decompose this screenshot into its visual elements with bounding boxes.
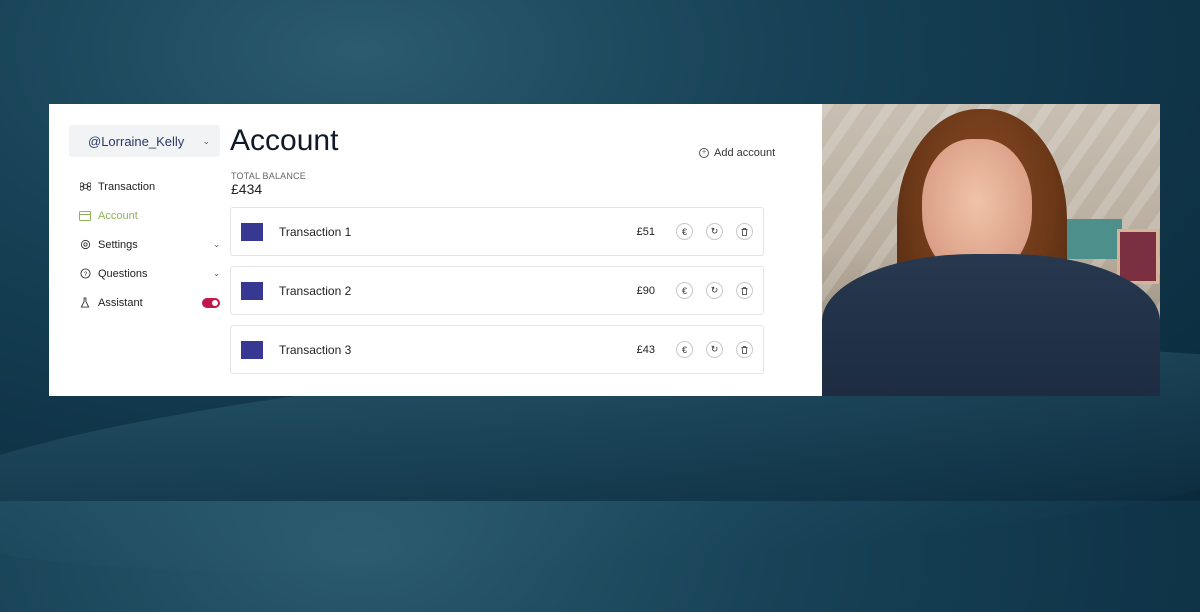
gear-icon <box>79 239 91 251</box>
transaction-name: Transaction 2 <box>279 283 352 298</box>
user-handle: @Lorraine_Kelly <box>88 133 185 149</box>
add-account-label: Add account <box>714 147 776 159</box>
card-icon <box>79 210 91 222</box>
currency-icon[interactable]: € <box>676 282 693 299</box>
transaction-row[interactable]: Transaction 3 £43 € ↻ <box>230 325 764 374</box>
svg-text:?: ? <box>83 271 87 278</box>
add-account-button[interactable]: + Add account <box>699 147 775 159</box>
currency-icon[interactable]: € <box>676 223 693 240</box>
transaction-name: Transaction 3 <box>279 342 352 357</box>
trash-icon[interactable] <box>736 341 753 358</box>
refresh-icon[interactable]: ↻ <box>706 341 723 358</box>
transaction-list: Transaction 1 £51 € ↻ Transaction 2 £90 … <box>230 207 764 384</box>
page-title: Account <box>230 124 339 157</box>
transaction-amount: £43 <box>636 343 655 356</box>
sidebar-item-settings[interactable]: Settings ⌄ <box>79 230 220 259</box>
sidebar-item-label: Account <box>98 209 138 222</box>
sidebar-item-transaction[interactable]: Transaction <box>79 172 220 201</box>
app-panel: @Lorraine_Kelly ⌄ Transaction Account Se… <box>49 104 822 396</box>
sidebar-item-label: Questions <box>98 267 148 280</box>
flask-icon <box>79 297 91 309</box>
command-icon <box>79 181 91 193</box>
sidebar-item-label: Settings <box>98 238 138 251</box>
trash-icon[interactable] <box>736 223 753 240</box>
video-feed <box>822 104 1160 396</box>
chevron-down-icon: ⌄ <box>213 240 220 249</box>
transaction-amount: £51 <box>636 225 655 238</box>
person-body <box>822 254 1160 396</box>
sidebar-nav: Transaction Account Settings ⌄ ? Questio… <box>79 172 220 317</box>
assistant-toggle[interactable] <box>202 297 220 308</box>
refresh-icon[interactable]: ↻ <box>706 223 723 240</box>
refresh-icon[interactable]: ↻ <box>706 282 723 299</box>
transaction-row[interactable]: Transaction 2 £90 € ↻ <box>230 266 764 315</box>
currency-icon[interactable]: € <box>676 341 693 358</box>
plus-circle-icon: + <box>699 148 709 158</box>
total-balance-value: £434 <box>231 181 263 197</box>
sidebar-item-label: Assistant <box>98 296 143 309</box>
picture-frame <box>1117 229 1159 284</box>
sidebar-item-assistant: Assistant <box>79 288 220 317</box>
transaction-amount: £90 <box>636 284 655 297</box>
user-selector[interactable]: @Lorraine_Kelly ⌄ <box>69 125 220 157</box>
chevron-down-icon: ⌄ <box>202 135 210 146</box>
sidebar-item-account[interactable]: Account <box>79 201 220 230</box>
transaction-name: Transaction 1 <box>279 224 352 239</box>
total-balance-label: TOTAL BALANCE <box>231 171 306 181</box>
help-icon: ? <box>79 268 91 280</box>
transaction-row[interactable]: Transaction 1 £51 € ↻ <box>230 207 764 256</box>
transaction-color-swatch <box>241 340 263 359</box>
trash-icon[interactable] <box>736 282 753 299</box>
sidebar-item-label: Transaction <box>98 180 156 193</box>
transaction-color-swatch <box>241 222 263 241</box>
transaction-color-swatch <box>241 281 263 300</box>
sidebar-item-questions[interactable]: ? Questions ⌄ <box>79 259 220 288</box>
chevron-down-icon: ⌄ <box>213 269 220 278</box>
